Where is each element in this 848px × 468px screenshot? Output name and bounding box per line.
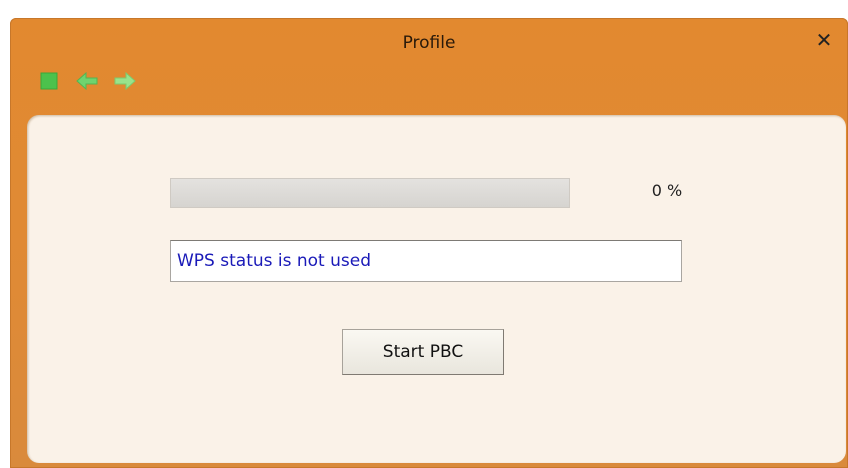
wps-progress-text: 0 % bbox=[651, 181, 683, 200]
close-icon[interactable]: ✕ bbox=[812, 28, 836, 52]
window-title: Profile bbox=[402, 33, 456, 53]
profile-window: Profile ✕ 0 % WPS status is not used Sta… bbox=[10, 18, 848, 468]
wps-status-field: WPS status is not used bbox=[170, 240, 682, 282]
wps-progress-bar bbox=[170, 178, 570, 208]
back-arrow-icon bbox=[76, 71, 98, 91]
forward-button[interactable] bbox=[112, 68, 138, 94]
toolbar bbox=[36, 68, 138, 94]
stop-button[interactable] bbox=[36, 68, 62, 94]
start-pbc-button[interactable]: Start PBC bbox=[342, 329, 504, 375]
forward-arrow-icon bbox=[114, 71, 136, 91]
wps-panel: 0 % WPS status is not used Start PBC bbox=[27, 115, 846, 463]
back-button[interactable] bbox=[74, 68, 100, 94]
stop-icon bbox=[40, 72, 58, 90]
